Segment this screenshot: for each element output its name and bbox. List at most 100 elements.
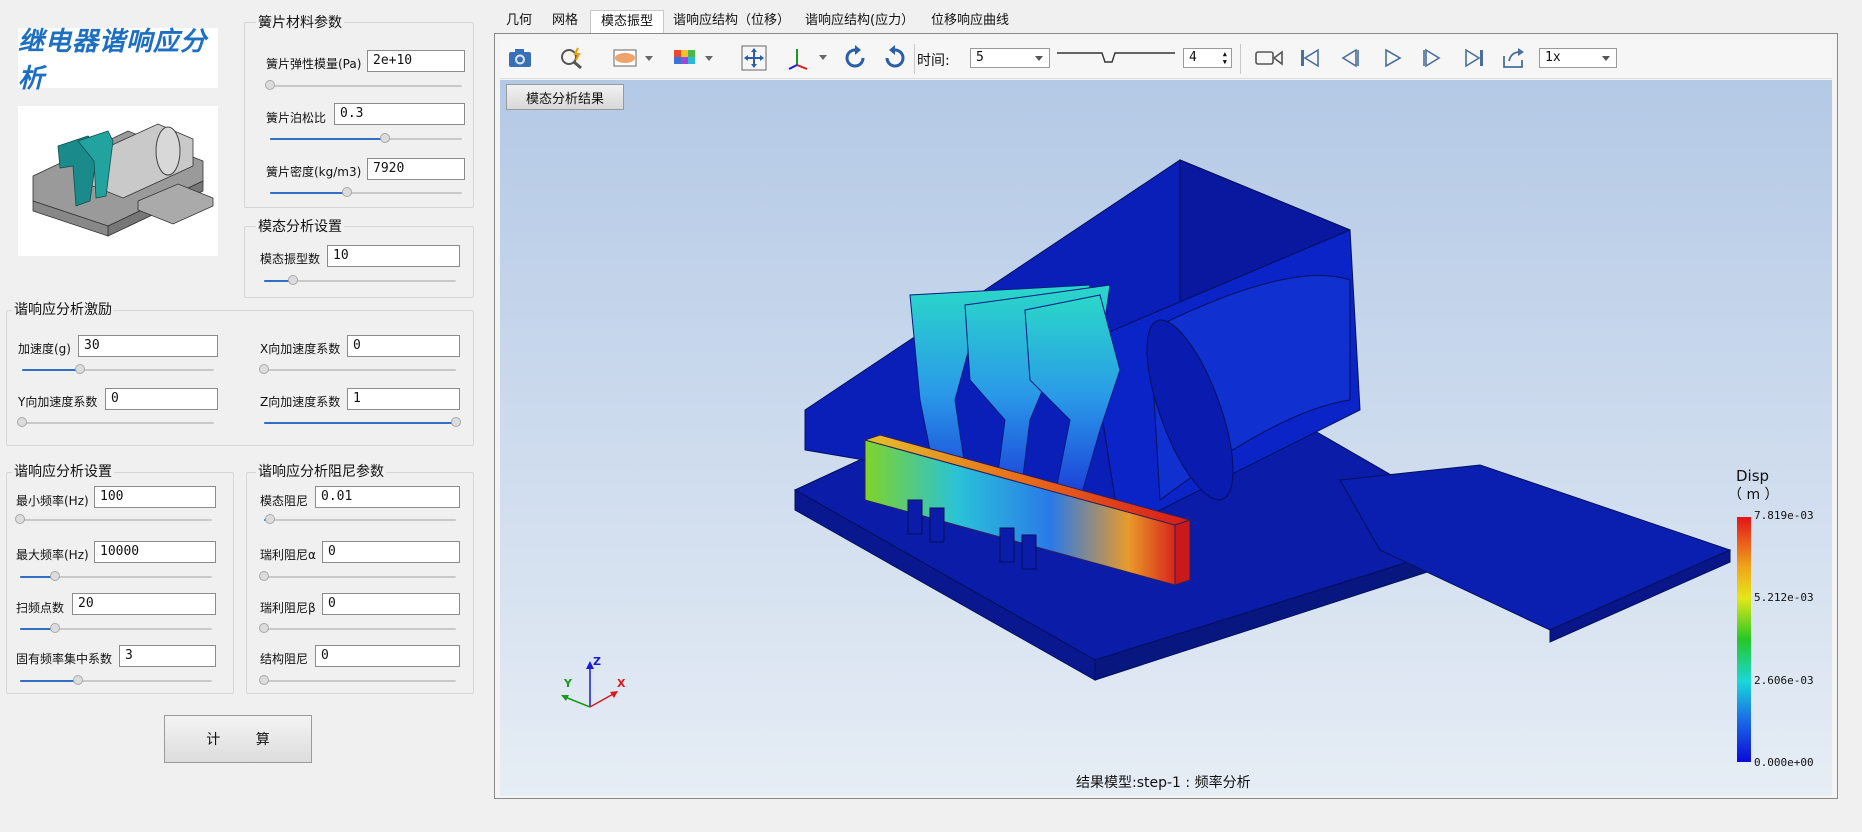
legend-tick-max: 7.819e-03 [1754,509,1814,522]
tab-displacement-curve[interactable]: 位移响应曲线 [921,10,1019,32]
accel-input[interactable]: 30 [78,335,218,357]
modal-group-title: 模态分析设置 [256,216,344,236]
export-button[interactable] [1498,44,1530,72]
result-caption: 结果模型:step-1 : 频率分析 [1076,775,1251,791]
sweep-points-input[interactable]: 20 [72,593,216,615]
freq-concentration-label: 固有频率集中系数 [16,652,113,666]
x-coef-label: X向加速度系数 [260,342,341,356]
reed-modulus-input[interactable]: 2e+10 [367,50,465,72]
excitation-group-title: 谐响应分析激励 [12,299,114,319]
last-frame-button[interactable] [1458,44,1490,72]
step-spinbox[interactable]: 4 ▲ ▼ [1183,48,1232,68]
legend-tick-min: 0.000e+00 [1754,756,1814,769]
colormap-cube-icon [674,50,713,64]
move-icon [741,45,767,71]
rayleigh-alpha-input[interactable]: 0 [322,541,460,563]
relay-model [793,159,1732,681]
legend-color-bar [1737,517,1751,762]
tab-geometry[interactable]: 几何 [496,10,542,32]
logo-banner: 继电器谐响应分析 [18,27,218,94]
rayleigh-beta-label: 瑞利阻尼β [260,601,316,615]
axis-view-button[interactable] [782,44,832,72]
reed-modulus-label: 簧片弹性模量(Pa) [266,57,362,71]
toolbar-separator [914,44,915,74]
time-select-value: 5 [976,50,984,65]
reed-density-slider[interactable] [270,187,462,199]
axes-icon [788,49,827,70]
harmonic-group-title: 谐响应分析设置 [12,461,114,481]
mode-count-slider[interactable] [264,275,456,287]
reed-modulus-slider[interactable] [265,80,462,92]
rotate-ccw-button[interactable] [878,44,912,72]
reed-poisson-slider[interactable] [270,133,462,145]
tab-harmonic-displacement[interactable]: 谐响应结构（位移） [663,10,800,32]
speed-select[interactable]: 1x [1539,48,1617,68]
modal-damping-input[interactable]: 0.01 [315,486,460,508]
prev-frame-button[interactable] [1334,44,1366,72]
record-button[interactable] [1252,44,1286,72]
max-freq-label: 最大频率(Hz) [16,548,89,562]
reed-poisson-input[interactable]: 0.3 [334,103,465,125]
pan-button[interactable] [738,44,770,72]
tab-harmonic-stress[interactable]: 谐响应结构(应力） [795,10,924,32]
spin-down-icon[interactable]: ▼ [1223,58,1227,66]
structural-damping-label: 结构阻尼 [260,652,309,666]
structural-damping-slider[interactable] [259,675,456,687]
max-freq-slider[interactable] [20,571,212,583]
display-mode-button[interactable] [608,44,658,72]
max-freq-input[interactable]: 10000 [94,541,216,563]
logo-text: 继电器谐响应分析 [18,27,208,94]
reed-density-input[interactable]: 7920 [367,158,465,180]
first-frame-button[interactable] [1294,44,1326,72]
chevron-down-icon [1035,56,1043,61]
play-button[interactable] [1376,44,1408,72]
min-freq-slider[interactable] [15,514,212,526]
rotate-clockwise-icon [845,45,865,68]
freq-concentration-input[interactable]: 3 [119,645,216,667]
sweep-points-label: 扫频点数 [16,601,65,615]
viewport[interactable] [500,80,1832,796]
z-coef-slider[interactable] [264,417,461,429]
spin-up-icon[interactable]: ▲ [1223,50,1227,58]
speed-select-value: 1x [1545,50,1561,65]
rayleigh-beta-slider[interactable] [259,623,456,635]
screenshot-button[interactable] [504,44,536,72]
structural-damping-input[interactable]: 0 [315,645,460,667]
modal-result-button[interactable]: 模态分析结果 [506,84,624,110]
z-coef-input[interactable]: 1 [347,388,460,410]
rayleigh-alpha-slider[interactable] [259,571,456,583]
y-coef-input[interactable]: 0 [105,388,218,410]
toolbar-separator-2 [1240,44,1241,74]
mode-count-label: 模态振型数 [260,252,321,266]
mode-count-input[interactable]: 10 [327,245,460,267]
accel-label: 加速度(g) [18,342,71,356]
calculate-button[interactable]: 计 算 [164,715,312,763]
color-map-button[interactable] [668,44,718,72]
reed-density-label: 簧片密度(kg/m3) [266,165,362,179]
x-coef-slider[interactable] [259,364,456,376]
next-frame-button[interactable] [1416,44,1448,72]
sweep-points-slider[interactable] [20,623,212,635]
x-coef-input[interactable]: 0 [347,335,460,357]
y-coef-label: Y向加速度系数 [18,395,98,409]
skip-last-icon [1465,48,1483,68]
zoom-fit-button[interactable] [556,44,588,72]
legend-tick-high: 5.212e-03 [1754,591,1814,604]
rotate-counterclockwise-icon [885,45,905,68]
skip-first-icon [1301,48,1319,68]
freq-concentration-slider[interactable] [20,675,212,687]
y-coef-slider[interactable] [17,417,214,429]
modal-damping-slider[interactable] [264,514,456,526]
rayleigh-beta-input[interactable]: 0 [322,593,460,615]
tab-mesh[interactable]: 网格 [542,10,588,32]
min-freq-input[interactable]: 100 [94,486,216,508]
step-waveform [1057,46,1175,70]
accel-slider[interactable] [22,364,214,376]
axis-triad: Z X Y [555,655,630,715]
tab-modal-shapes[interactable]: 模态振型 [590,10,665,33]
step-spinbox-value: 4 [1189,50,1197,65]
step-forward-icon [1423,48,1441,68]
relay-thumbnail [18,106,218,256]
rotate-cw-button[interactable] [838,44,872,72]
time-select[interactable]: 5 [970,48,1050,68]
